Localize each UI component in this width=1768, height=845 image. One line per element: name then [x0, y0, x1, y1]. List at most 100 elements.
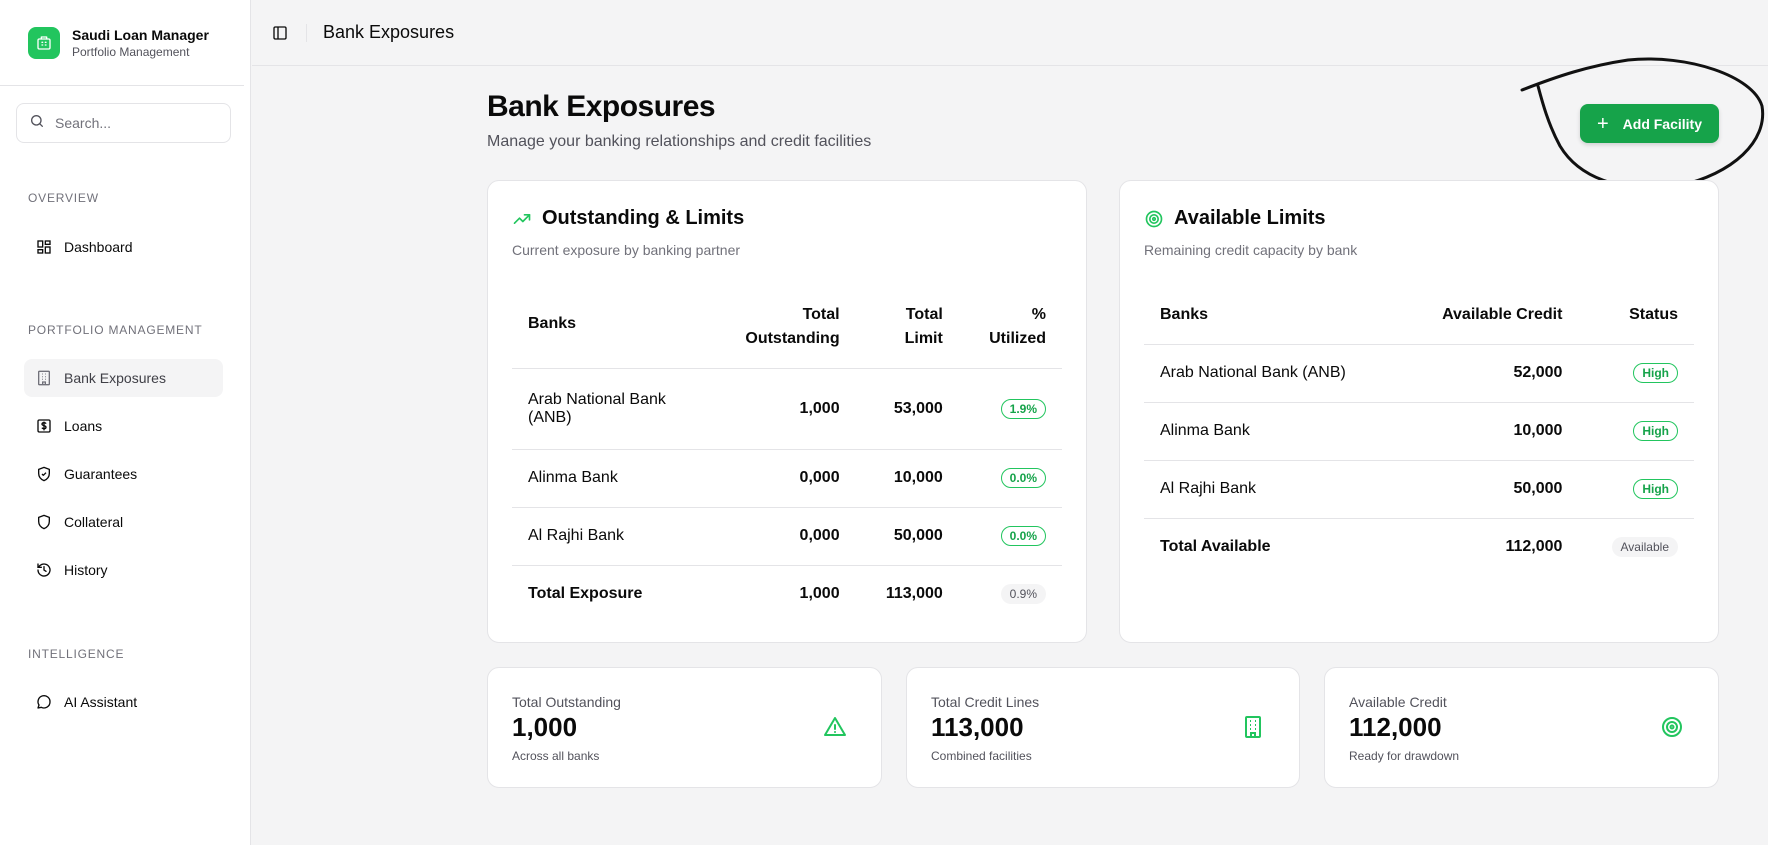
sidebar-item-guarantees[interactable]: Guarantees: [24, 455, 223, 493]
shield-icon: [36, 514, 52, 530]
topbar-divider: [306, 23, 307, 42]
status-badge: High: [1633, 363, 1678, 383]
bank-name: Al Rajhi Bank: [512, 506, 710, 565]
available-credit-value: 10,000: [1399, 401, 1579, 460]
search-icon: [29, 113, 45, 134]
utilized-badge: 0.0%: [1000, 468, 1046, 488]
table-row[interactable]: Alinma Bank 0,000 10,000 0.0%: [512, 448, 1062, 507]
sidebar-item-label: Bank Exposures: [64, 370, 166, 386]
outstanding-value: 0,000: [709, 506, 856, 565]
available-table: Banks Available Credit Status Arab Natio…: [1144, 286, 1694, 576]
outstanding-card-title: Outstanding & Limits: [542, 207, 745, 229]
stat-label: Total Outstanding: [512, 694, 621, 710]
total-limit: 113,000: [855, 564, 959, 623]
col-utilized: % Utilized: [989, 305, 1046, 347]
available-card-header: Available Limits: [1144, 207, 1694, 230]
table-row[interactable]: Arab National Bank (ANB) 1,000 53,000 1.9…: [512, 367, 1062, 449]
sidebar: Saudi Loan Manager Portfolio Management …: [0, 0, 251, 845]
col-banks: Banks: [1160, 305, 1209, 323]
sidebar-item-label: Collateral: [64, 514, 124, 530]
bank-name: Arab National Bank (ANB): [1144, 343, 1400, 402]
target-icon: [1660, 715, 1684, 744]
app-name: Saudi Loan Manager: [72, 26, 209, 43]
sidebar-item-dashboard[interactable]: Dashboard: [24, 228, 223, 266]
stat-card-available-credit: Available Credit 112,000 Ready for drawd…: [1324, 667, 1719, 788]
stat-label: Available Credit: [1349, 694, 1447, 710]
total-utilized-cell: 0.9%: [958, 564, 1062, 623]
bank-name: Al Rajhi Bank: [1144, 459, 1400, 518]
warning-icon: [823, 715, 847, 744]
outstanding-value: 0,000: [709, 448, 856, 507]
table-row[interactable]: Arab National Bank (ANB) 52,000 High: [1144, 343, 1694, 402]
plus-icon: +: [1596, 112, 1609, 135]
logo-building-icon: [28, 26, 60, 59]
stat-card-total-outstanding: Total Outstanding 1,000 Across all banks: [487, 667, 882, 788]
add-facility-button[interactable]: + Add Facility: [1580, 104, 1719, 143]
trending-up-icon: [512, 209, 532, 229]
total-row: Total Available 112,000 Available: [1144, 517, 1694, 576]
table-header-row: Banks Total Outstanding Total Limit % Utili…: [512, 286, 1062, 368]
target-icon: [1144, 209, 1164, 229]
available-credit-value: 50,000: [1399, 459, 1579, 518]
utilized-cell: 0.0%: [958, 506, 1062, 565]
available-limits-card: Available Limits Remaining credit capaci…: [1119, 180, 1719, 643]
history-icon: [36, 562, 52, 578]
stat-card-total-credit-lines: Total Credit Lines 113,000 Combined faci…: [906, 667, 1300, 788]
col-total-limit: Total Limit: [904, 305, 943, 347]
total-status-badge: Available: [1611, 537, 1678, 558]
sidebar-item-label: AI Assistant: [64, 694, 138, 710]
table-row[interactable]: Al Rajhi Bank 50,000 High: [1144, 459, 1694, 518]
status-badge: High: [1633, 421, 1678, 441]
utilized-badge: 0.0%: [1000, 526, 1046, 546]
available-card-description: Remaining credit capacity by bank: [1144, 242, 1358, 258]
col-banks: Banks: [528, 314, 577, 332]
app-subtitle: Portfolio Management: [72, 44, 190, 59]
section-intelligence: INTELLIGENCE: [28, 647, 125, 661]
limit-value: 10,000: [855, 448, 959, 507]
outstanding-table: Banks Total Outstanding Total Limit % Utili…: [512, 286, 1062, 623]
table-row[interactable]: Alinma Bank 10,000 High: [1144, 401, 1694, 460]
shield-check-icon: [36, 466, 52, 482]
outstanding-card-description: Current exposure by banking partner: [512, 242, 741, 258]
outstanding-value: 1,000: [709, 367, 856, 449]
col-status: Status: [1629, 305, 1678, 323]
sidebar-item-ai-assistant[interactable]: AI Assistant: [24, 683, 223, 721]
sidebar-item-history[interactable]: History: [24, 551, 223, 589]
col-available-credit: Available Credit: [1442, 305, 1563, 323]
search-box[interactable]: [16, 103, 231, 143]
search-input[interactable]: [55, 115, 215, 131]
sidebar-item-collateral[interactable]: Collateral: [24, 503, 223, 541]
building-icon: [1241, 715, 1265, 744]
sidebar-item-bank-exposures[interactable]: Bank Exposures: [24, 359, 223, 397]
status-cell: High: [1578, 343, 1694, 402]
utilized-cell: 0.0%: [958, 448, 1062, 507]
stat-label: Total Credit Lines: [931, 694, 1040, 710]
stat-sub: Combined facilities: [931, 749, 1032, 763]
topbar-title: Bank Exposures: [323, 22, 455, 42]
sidebar-item-label: History: [64, 562, 108, 578]
status-cell: High: [1578, 401, 1694, 460]
add-facility-label: Add Facility: [1622, 115, 1703, 132]
bank-name: Arab National Bank (ANB): [512, 367, 710, 449]
total-utilized-badge: 0.9%: [1000, 584, 1046, 605]
dollar-icon: [36, 418, 52, 434]
total-row: Total Exposure 1,000 113,000 0.9%: [512, 564, 1062, 623]
total-available-credit: 112,000: [1399, 517, 1579, 576]
building-icon: [36, 370, 52, 386]
sidebar-toggle-icon[interactable]: [270, 23, 290, 43]
bank-name: Alinma Bank: [1144, 401, 1400, 460]
table-row[interactable]: Al Rajhi Bank 0,000 50,000 0.0%: [512, 506, 1062, 565]
status-badge: High: [1633, 479, 1678, 499]
total-label: Total Exposure: [512, 564, 710, 623]
col-total-outstanding: Total Outstanding: [745, 305, 840, 347]
total-outstanding: 1,000: [709, 564, 856, 623]
stat-sub: Across all banks: [512, 749, 600, 763]
limit-value: 53,000: [855, 367, 959, 449]
utilized-cell: 1.9%: [958, 367, 1062, 449]
sidebar-item-loans[interactable]: Loans: [24, 407, 223, 445]
chat-icon: [36, 694, 52, 710]
outstanding-card-header: Outstanding & Limits: [512, 207, 1062, 230]
page-title: Bank Exposures: [487, 90, 716, 123]
section-portfolio: PORTFOLIO MANAGEMENT: [28, 323, 203, 337]
limit-value: 50,000: [855, 506, 959, 565]
